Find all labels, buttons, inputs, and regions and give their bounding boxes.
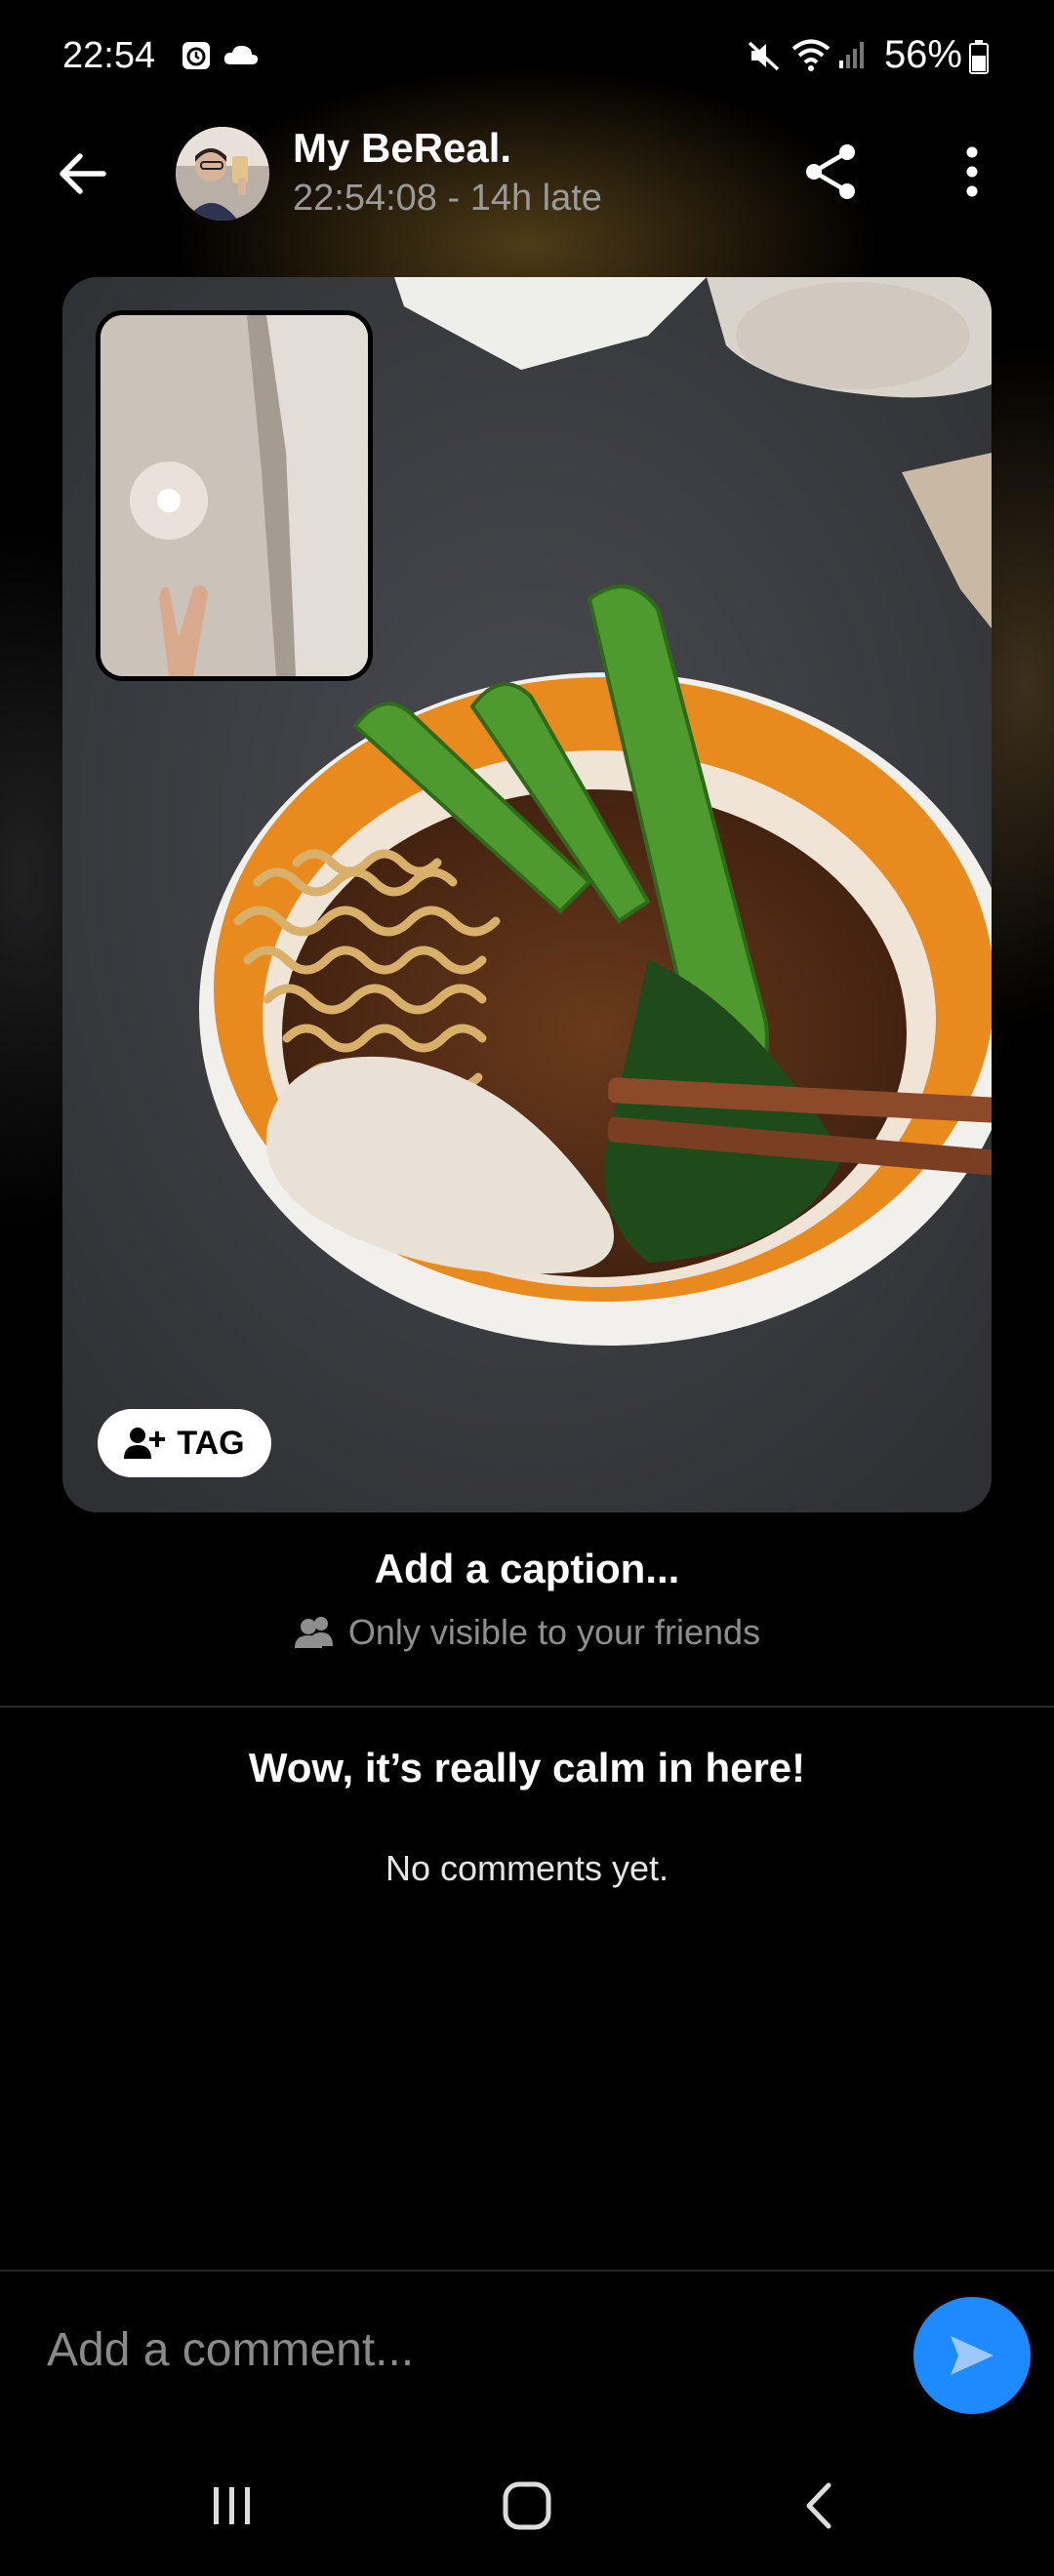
divider [0, 2270, 1054, 2272]
recent-apps-icon [214, 2487, 250, 2524]
comment-input[interactable] [47, 2318, 867, 2381]
back-arrow-icon [60, 153, 106, 194]
home-button[interactable] [488, 2475, 566, 2537]
battery-level: 56% [883, 33, 962, 76]
share-icon [806, 144, 855, 199]
send-button[interactable] [913, 2297, 1031, 2414]
empty-comments-subtitle: No comments yet. [385, 1848, 669, 1888]
main-photo[interactable]: TAG [62, 277, 992, 1512]
nav-back-icon [806, 2482, 831, 2529]
caption-prompt[interactable]: Add a caption... [0, 1546, 1054, 1592]
tag-button[interactable]: TAG [98, 1409, 271, 1477]
share-button[interactable] [800, 141, 863, 203]
wifi-icon [791, 39, 831, 71]
alarm-app-icon [182, 42, 210, 69]
home-icon [503, 2481, 551, 2530]
recent-apps-button[interactable] [193, 2475, 271, 2537]
more-options-button[interactable] [953, 141, 992, 203]
status-time: 22:54 [62, 35, 156, 76]
front-camera-thumbnail[interactable] [96, 310, 373, 681]
mute-icon [748, 41, 780, 71]
tag-label: TAG [177, 1424, 245, 1462]
visibility-note: Only visible to your friends [0, 1612, 1054, 1659]
nav-back-button[interactable] [781, 2475, 859, 2537]
visibility-text: Only visible to your friends [347, 1612, 761, 1652]
cloud-icon [223, 45, 259, 64]
post-time-late: 22:54:08 - 14h late [293, 178, 602, 219]
status-bar: 22:54 56% [0, 0, 1054, 117]
selfie-illustration [101, 315, 368, 676]
post-header: My BeReal. 22:54:08 - 14h late [0, 117, 1054, 234]
more-vertical-icon [966, 146, 978, 197]
battery-icon [969, 40, 989, 74]
avatar-image [176, 127, 269, 221]
divider [0, 1706, 1054, 1708]
friends-icon [294, 1617, 333, 1648]
post-title: My BeReal. [293, 125, 512, 171]
add-person-icon [124, 1428, 166, 1459]
empty-comments-title: Wow, it’s really calm in here! [248, 1745, 806, 1791]
avatar[interactable] [176, 127, 269, 221]
send-icon [951, 2336, 993, 2375]
signal-icon [839, 42, 864, 68]
back-button[interactable] [51, 142, 113, 205]
